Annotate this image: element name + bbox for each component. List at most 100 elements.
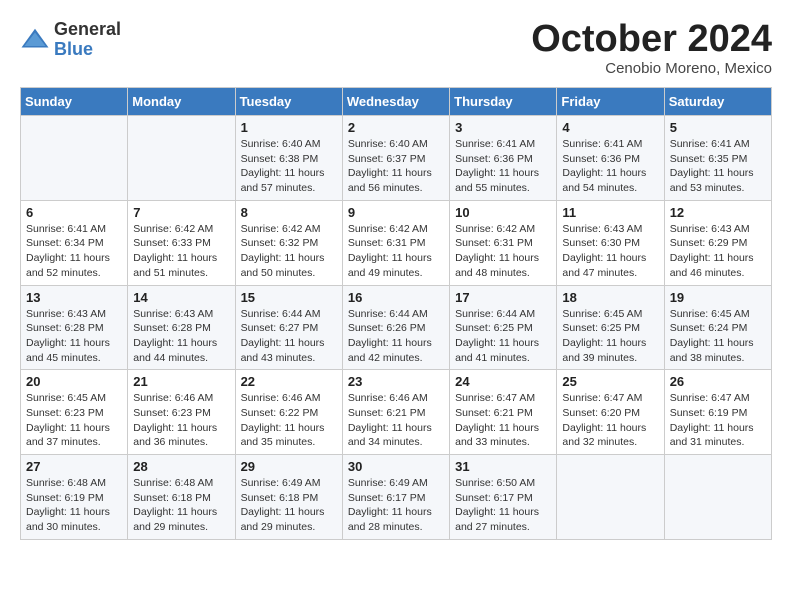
day-header-saturday: Saturday [664, 88, 771, 116]
calendar-cell: 12 Sunrise: 6:43 AM Sunset: 6:29 PM Dayli… [664, 200, 771, 285]
calendar-cell: 28Sunrise: 6:48 AM Sunset: 6:18 PM Dayli… [128, 455, 235, 540]
month-title: October 2024 [531, 20, 772, 58]
calendar-cell: 3 Sunrise: 6:41 AM Sunset: 6:36 PM Daylig… [450, 116, 557, 201]
calendar-cell: 2 Sunrise: 6:40 AM Sunset: 6:37 PM Daylig… [342, 116, 449, 201]
day-info: Sunrise: 6:42 AM Sunset: 6:31 PM Dayligh… [348, 222, 444, 281]
day-number: 15 [241, 290, 337, 305]
day-number: 5 [670, 120, 766, 135]
day-number: 17 [455, 290, 551, 305]
day-number: 12 [670, 205, 766, 220]
day-info: Sunrise: 6:41 AM Sunset: 6:35 PM Dayligh… [670, 137, 766, 196]
calendar-cell: 1 Sunrise: 6:40 AM Sunset: 6:38 PM Daylig… [235, 116, 342, 201]
day-header-friday: Friday [557, 88, 664, 116]
day-number: 9 [348, 205, 444, 220]
day-number: 14 [133, 290, 229, 305]
day-info: Sunrise: 6:40 AM Sunset: 6:38 PM Dayligh… [241, 137, 337, 196]
day-number: 1 [241, 120, 337, 135]
day-info: Sunrise: 6:42 AM Sunset: 6:32 PM Dayligh… [241, 222, 337, 281]
day-number: 19 [670, 290, 766, 305]
calendar-cell: 15 Sunrise: 6:44 AM Sunset: 6:27 PM Dayli… [235, 285, 342, 370]
logo-general: General [54, 20, 121, 40]
day-number: 31 [455, 459, 551, 474]
day-number: 30 [348, 459, 444, 474]
page-header: General Blue October 2024 Cenobio Moreno… [20, 20, 772, 77]
calendar-cell: 19 Sunrise: 6:45 AM Sunset: 6:24 PM Dayli… [664, 285, 771, 370]
day-number: 3 [455, 120, 551, 135]
day-number: 29 [241, 459, 337, 474]
day-header-monday: Monday [128, 88, 235, 116]
day-number: 8 [241, 205, 337, 220]
day-info: Sunrise: 6:48 AM Sunset: 6:19 PM Dayligh… [26, 476, 122, 535]
day-number: 20 [26, 374, 122, 389]
day-info: Sunrise: 6:49 AM Sunset: 6:18 PM Dayligh… [241, 476, 337, 535]
day-number: 21 [133, 374, 229, 389]
day-info: Sunrise: 6:47 AM Sunset: 6:20 PM Dayligh… [562, 391, 658, 450]
calendar-cell: 16 Sunrise: 6:44 AM Sunset: 6:26 PM Dayli… [342, 285, 449, 370]
calendar-cell: 25 Sunrise: 6:47 AM Sunset: 6:20 PM Dayli… [557, 370, 664, 455]
day-info: Sunrise: 6:44 AM Sunset: 6:25 PM Dayligh… [455, 307, 551, 366]
calendar-cell [664, 455, 771, 540]
day-info: Sunrise: 6:41 AM Sunset: 6:36 PM Dayligh… [455, 137, 551, 196]
day-info: Sunrise: 6:47 AM Sunset: 6:21 PM Dayligh… [455, 391, 551, 450]
day-info: Sunrise: 6:42 AM Sunset: 6:33 PM Dayligh… [133, 222, 229, 281]
day-info: Sunrise: 6:43 AM Sunset: 6:28 PM Dayligh… [133, 307, 229, 366]
day-info: Sunrise: 6:47 AM Sunset: 6:19 PM Dayligh… [670, 391, 766, 450]
day-info: Sunrise: 6:43 AM Sunset: 6:29 PM Dayligh… [670, 222, 766, 281]
calendar-cell [21, 116, 128, 201]
day-info: Sunrise: 6:45 AM Sunset: 6:24 PM Dayligh… [670, 307, 766, 366]
calendar-cell: 7Sunrise: 6:42 AM Sunset: 6:33 PM Daylig… [128, 200, 235, 285]
calendar-cell: 30 Sunrise: 6:49 AM Sunset: 6:17 PM Dayli… [342, 455, 449, 540]
day-number: 13 [26, 290, 122, 305]
day-info: Sunrise: 6:43 AM Sunset: 6:30 PM Dayligh… [562, 222, 658, 281]
calendar-week-row: 1 Sunrise: 6:40 AM Sunset: 6:38 PM Daylig… [21, 116, 772, 201]
day-info: Sunrise: 6:45 AM Sunset: 6:25 PM Dayligh… [562, 307, 658, 366]
day-info: Sunrise: 6:42 AM Sunset: 6:31 PM Dayligh… [455, 222, 551, 281]
calendar-week-row: 6Sunrise: 6:41 AM Sunset: 6:34 PM Daylig… [21, 200, 772, 285]
day-info: Sunrise: 6:44 AM Sunset: 6:26 PM Dayligh… [348, 307, 444, 366]
calendar-week-row: 27 Sunrise: 6:48 AM Sunset: 6:19 PM Dayli… [21, 455, 772, 540]
calendar-cell: 31Sunrise: 6:50 AM Sunset: 6:17 PM Dayli… [450, 455, 557, 540]
calendar-cell: 29 Sunrise: 6:49 AM Sunset: 6:18 PM Dayli… [235, 455, 342, 540]
day-number: 23 [348, 374, 444, 389]
day-number: 2 [348, 120, 444, 135]
calendar-cell [128, 116, 235, 201]
day-number: 25 [562, 374, 658, 389]
day-info: Sunrise: 6:41 AM Sunset: 6:36 PM Dayligh… [562, 137, 658, 196]
day-number: 27 [26, 459, 122, 474]
day-info: Sunrise: 6:46 AM Sunset: 6:23 PM Dayligh… [133, 391, 229, 450]
calendar-cell: 18 Sunrise: 6:45 AM Sunset: 6:25 PM Dayli… [557, 285, 664, 370]
day-info: Sunrise: 6:44 AM Sunset: 6:27 PM Dayligh… [241, 307, 337, 366]
calendar-week-row: 20 Sunrise: 6:45 AM Sunset: 6:23 PM Dayli… [21, 370, 772, 455]
day-number: 24 [455, 374, 551, 389]
calendar-cell: 24 Sunrise: 6:47 AM Sunset: 6:21 PM Dayli… [450, 370, 557, 455]
calendar-cell: 10 Sunrise: 6:42 AM Sunset: 6:31 PM Dayli… [450, 200, 557, 285]
calendar-cell: 22Sunrise: 6:46 AM Sunset: 6:22 PM Dayli… [235, 370, 342, 455]
logo-blue: Blue [54, 40, 121, 60]
logo: General Blue [20, 20, 121, 60]
calendar-cell: 9 Sunrise: 6:42 AM Sunset: 6:31 PM Daylig… [342, 200, 449, 285]
calendar-cell: 5 Sunrise: 6:41 AM Sunset: 6:35 PM Daylig… [664, 116, 771, 201]
day-header-tuesday: Tuesday [235, 88, 342, 116]
logo-icon [20, 25, 50, 55]
day-info: Sunrise: 6:45 AM Sunset: 6:23 PM Dayligh… [26, 391, 122, 450]
day-number: 16 [348, 290, 444, 305]
location-subtitle: Cenobio Moreno, Mexico [531, 60, 772, 77]
calendar-cell: 26Sunrise: 6:47 AM Sunset: 6:19 PM Dayli… [664, 370, 771, 455]
calendar-cell: 21 Sunrise: 6:46 AM Sunset: 6:23 PM Dayli… [128, 370, 235, 455]
calendar-week-row: 13 Sunrise: 6:43 AM Sunset: 6:28 PM Dayli… [21, 285, 772, 370]
day-header-thursday: Thursday [450, 88, 557, 116]
calendar-cell: 6Sunrise: 6:41 AM Sunset: 6:34 PM Daylig… [21, 200, 128, 285]
day-header-wednesday: Wednesday [342, 88, 449, 116]
day-info: Sunrise: 6:46 AM Sunset: 6:22 PM Dayligh… [241, 391, 337, 450]
day-info: Sunrise: 6:49 AM Sunset: 6:17 PM Dayligh… [348, 476, 444, 535]
day-info: Sunrise: 6:40 AM Sunset: 6:37 PM Dayligh… [348, 137, 444, 196]
day-header-sunday: Sunday [21, 88, 128, 116]
day-number: 10 [455, 205, 551, 220]
day-number: 18 [562, 290, 658, 305]
day-number: 28 [133, 459, 229, 474]
calendar-cell: 17 Sunrise: 6:44 AM Sunset: 6:25 PM Dayli… [450, 285, 557, 370]
calendar-cell: 20 Sunrise: 6:45 AM Sunset: 6:23 PM Dayli… [21, 370, 128, 455]
calendar-cell [557, 455, 664, 540]
calendar-cell: 4Sunrise: 6:41 AM Sunset: 6:36 PM Daylig… [557, 116, 664, 201]
day-number: 6 [26, 205, 122, 220]
